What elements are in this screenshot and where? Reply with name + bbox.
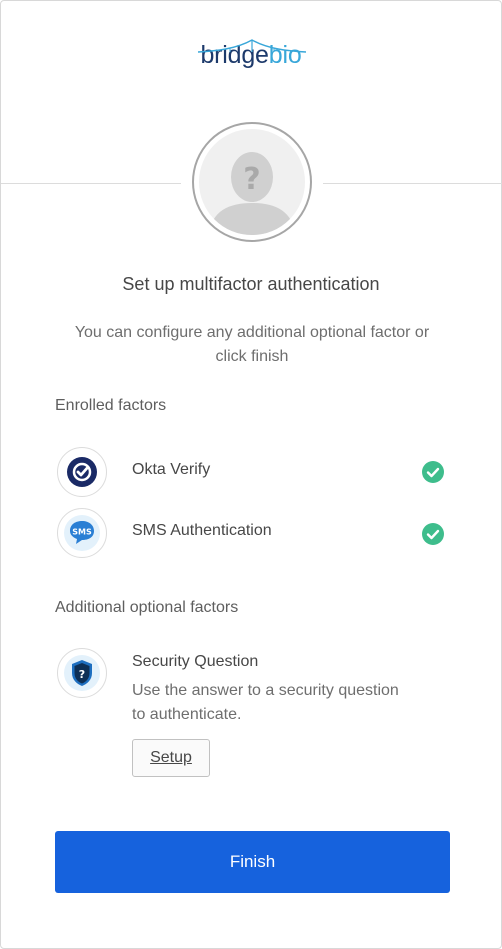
okta-verify-icon <box>57 447 107 497</box>
factor-name-sms-authentication: SMS Authentication <box>132 522 272 539</box>
header-divider-left <box>1 183 181 184</box>
security-question-description: Use the answer to a security question to… <box>132 682 399 723</box>
enrolled-factors-label: Enrolled factors <box>55 397 167 414</box>
header-divider-right <box>323 183 502 184</box>
enrolled-check-icon <box>422 461 444 483</box>
page-title: Set up multifactor authentication <box>122 274 380 294</box>
sms-icon-text: SMS <box>72 528 92 537</box>
avatar: ? <box>192 122 312 242</box>
mfa-setup-card: bridgebio ? Set up multifactor authentic… <box>0 0 502 949</box>
logo-bridge-arch-icon <box>197 39 307 53</box>
factor-name-okta-verify: Okta Verify <box>132 461 211 478</box>
security-question-icon: ? <box>57 648 107 698</box>
setup-security-question-button[interactable]: Setup <box>132 739 210 777</box>
svg-text:?: ? <box>79 668 85 681</box>
page-subtitle: You can configure any additional optiona… <box>74 324 430 365</box>
svg-text:?: ? <box>243 162 260 197</box>
sms-icon: SMS <box>57 508 107 558</box>
factor-name-security-question: Security Question <box>132 653 259 670</box>
enrolled-check-icon <box>422 523 444 545</box>
brand-logo: bridgebio <box>1 39 501 70</box>
user-placeholder-icon: ? <box>199 129 305 235</box>
additional-factors-label: Additional optional factors <box>55 599 239 616</box>
finish-button[interactable]: Finish <box>55 831 450 893</box>
